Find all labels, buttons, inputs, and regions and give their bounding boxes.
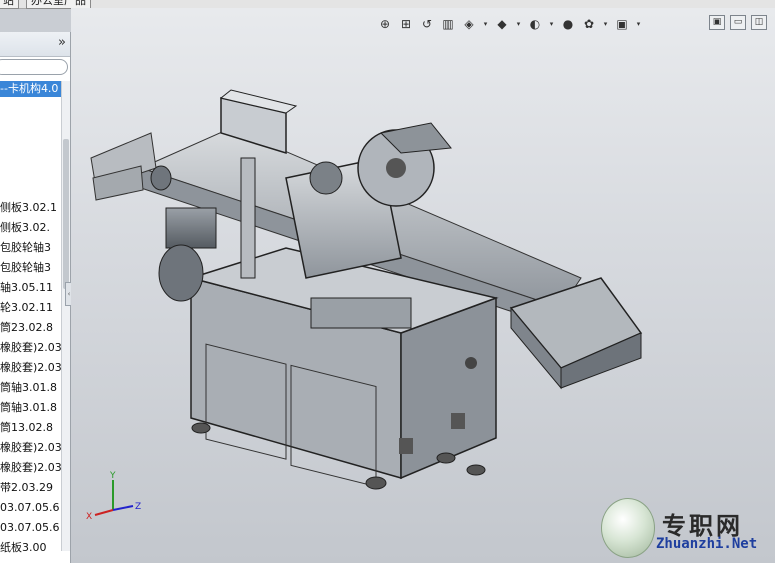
window-controls: ▣ ▭ ◫: [709, 15, 767, 30]
tree-item[interactable]: 筒23.02.8: [0, 320, 62, 336]
tree-item[interactable]: 筒轴3.01.8: [0, 400, 62, 416]
tree-item[interactable]: 带2.03.29: [0, 480, 62, 496]
tree-scrollbar[interactable]: [61, 81, 70, 551]
tree-item[interactable]: 包胶轮轴3: [0, 240, 62, 256]
dropdown-arrow-icon[interactable]: ▾: [514, 15, 523, 33]
dropdown-arrow-icon[interactable]: ▾: [634, 15, 643, 33]
tree-item[interactable]: 纸板3.00: [0, 540, 62, 556]
apply-scene-icon[interactable]: ✿: [580, 15, 598, 33]
display-style-icon[interactable]: ◆: [493, 15, 511, 33]
tree-item[interactable]: 03.07.05.6: [0, 500, 62, 516]
tree-item[interactable]: 包胶轮轴3: [0, 260, 62, 276]
tree-item[interactable]: 侧板3.02.: [0, 220, 62, 236]
filter-input[interactable]: [0, 59, 68, 75]
hide-show-items-icon[interactable]: ◐: [526, 15, 544, 33]
scrollbar-thumb[interactable]: [63, 139, 69, 289]
watermark-en: Zhuanzhi.Net: [656, 536, 758, 552]
view-settings-icon[interactable]: ▣: [613, 15, 631, 33]
dropdown-arrow-icon[interactable]: ▾: [601, 15, 610, 33]
dropdown-arrow-icon[interactable]: ▾: [547, 15, 556, 33]
previous-view-icon[interactable]: ↺: [418, 15, 436, 33]
tree-item[interactable]: 橡胶套)2.03: [0, 440, 62, 456]
edit-appearance-icon[interactable]: ●: [559, 15, 577, 33]
section-view-icon[interactable]: ▥: [439, 15, 457, 33]
view-orientation-icon[interactable]: ◈: [460, 15, 478, 33]
tree-item[interactable]: 橡胶套)2.03: [0, 340, 62, 356]
tree-item[interactable]: 03.07.05.6: [0, 520, 62, 536]
heads-up-view-toolbar: ⊕ ⊞ ↺ ▥ ◈ ▾ ◆ ▾ ◐ ▾ ● ✿ ▾ ▣ ▾: [376, 14, 643, 34]
tree-item[interactable]: 轮3.02.11: [0, 300, 62, 316]
tree-item[interactable]: 橡胶套)2.03: [0, 360, 62, 376]
tree-item[interactable]: 轴3.05.11: [0, 280, 62, 296]
tab-item[interactable]: 站: [0, 0, 19, 9]
labeling-machine-3d-model[interactable]: [81, 78, 681, 518]
zoom-to-area-icon[interactable]: ⊞: [397, 15, 415, 33]
tree-item[interactable]: 筒13.02.8: [0, 420, 62, 436]
tree-item-selected[interactable]: --卡机构4.0: [0, 81, 62, 97]
zoom-to-fit-icon[interactable]: ⊕: [376, 15, 394, 33]
panel-header: »: [0, 32, 70, 57]
maximize-icon[interactable]: ◫: [751, 15, 767, 30]
restore-icon[interactable]: ▭: [730, 15, 746, 30]
tree-item[interactable]: 橡胶套)2.03: [0, 460, 62, 476]
axis-x-label: X: [86, 512, 92, 522]
logo-ball-icon: [601, 498, 655, 558]
axis-triad: Y X Z: [86, 471, 141, 522]
dropdown-arrow-icon[interactable]: ▾: [481, 15, 490, 33]
graphics-area[interactable]: ⊕ ⊞ ↺ ▥ ◈ ▾ ◆ ▾ ◐ ▾ ● ✿ ▾ ▣ ▾ ▣ ▭ ◫ Y X …: [71, 8, 775, 563]
collapse-panel-icon[interactable]: »: [58, 35, 66, 50]
axis-z-label: Z: [135, 502, 141, 512]
tile-icon[interactable]: ▣: [709, 15, 725, 30]
watermark-logo: 专职网 Zhuanzhi.Net: [596, 496, 771, 560]
feature-manager-panel: » --卡机构4.0 侧板3.02.1 侧板3.02. 包胶轮轴3 包胶轮轴3 轴3.0…: [0, 32, 73, 563]
tree-item[interactable]: 筒轴3.01.8: [0, 380, 62, 396]
axis-y-label: Y: [109, 471, 116, 481]
tree-item[interactable]: 侧板3.02.1: [0, 200, 62, 216]
